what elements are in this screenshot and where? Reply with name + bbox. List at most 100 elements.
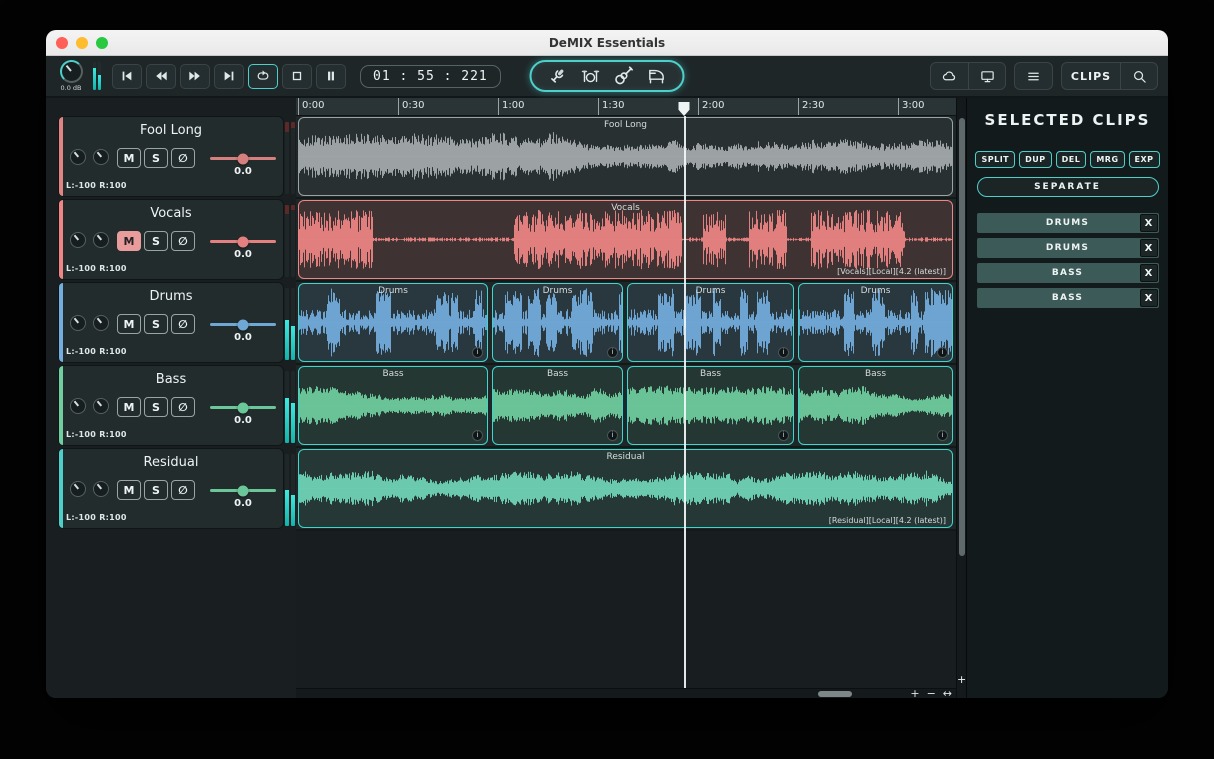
track-lane-vocals[interactable]: Vocals [Vocals][Local][4.2 (latest)] <box>296 199 956 282</box>
remove-clip-button[interactable]: X <box>1140 289 1158 307</box>
gain-slider[interactable] <box>210 240 276 243</box>
remove-clip-button[interactable]: X <box>1140 214 1158 232</box>
pan-knob[interactable] <box>70 232 86 248</box>
zoom-out-button[interactable]: − <box>927 689 936 699</box>
width-knob[interactable] <box>93 398 109 414</box>
phase-button[interactable]: ∅ <box>171 397 195 417</box>
solo-button[interactable]: S <box>144 148 168 168</box>
clip-info-badge[interactable]: i <box>778 430 789 441</box>
clip-info-badge[interactable]: i <box>937 347 948 358</box>
mute-button[interactable]: M <box>117 148 141 168</box>
skip-to-start-button[interactable] <box>112 64 142 89</box>
audio-clip-bass-3[interactable]: Bass i <box>627 366 794 445</box>
width-knob[interactable] <box>93 149 109 165</box>
mute-button[interactable]: M <box>117 480 141 500</box>
export-button[interactable]: EXP <box>1129 151 1160 168</box>
clip-info-badge[interactable]: i <box>472 430 483 441</box>
monitor-icon[interactable] <box>968 63 1005 89</box>
vertical-scrollbar[interactable]: + <box>956 98 966 698</box>
gain-slider[interactable] <box>210 406 276 409</box>
horizontal-scrollbar-thumb[interactable] <box>818 691 852 697</box>
track-lane-bass[interactable]: Bass i Bass i Bass i Ba <box>296 365 956 448</box>
audio-clip-bass-2[interactable]: Bass i <box>492 366 623 445</box>
audio-clip-bass-1[interactable]: Bass i <box>298 366 488 445</box>
phase-button[interactable]: ∅ <box>171 314 195 334</box>
audio-clip-drums-3[interactable]: Drums i <box>627 283 794 362</box>
gain-slider[interactable] <box>210 323 276 326</box>
phase-button[interactable]: ∅ <box>171 231 195 251</box>
mute-button[interactable]: M <box>117 231 141 251</box>
track-lane-drums[interactable]: Drums i Drums i Drums i <box>296 282 956 365</box>
audio-clip-drums-1[interactable]: Drums i <box>298 283 488 362</box>
audio-clip-drums-2[interactable]: Drums i <box>492 283 623 362</box>
menu-icon[interactable] <box>1015 63 1052 89</box>
phase-button[interactable]: ∅ <box>171 148 195 168</box>
search-icon[interactable] <box>1120 63 1157 89</box>
clip-info-badge[interactable]: i <box>937 430 948 441</box>
mute-button[interactable]: M <box>117 314 141 334</box>
clip-info-badge[interactable]: i <box>472 347 483 358</box>
selected-clip-row[interactable]: DRUMS X <box>977 238 1159 258</box>
gain-slider[interactable] <box>210 157 276 160</box>
clips-button[interactable]: CLIPS <box>1062 63 1120 89</box>
solo-button[interactable]: S <box>144 231 168 251</box>
merge-button[interactable]: MRG <box>1090 151 1124 168</box>
drums-icon[interactable] <box>581 67 601 85</box>
playhead-handle[interactable] <box>679 102 690 116</box>
timeline-ruler[interactable]: 0:00 0:30 1:00 1:30 2:00 2:30 3:00 <box>296 98 956 116</box>
pan-knob[interactable] <box>70 481 86 497</box>
skip-to-end-button[interactable] <box>214 64 244 89</box>
zoom-fit-button[interactable]: ↔ <box>943 689 952 699</box>
vertical-zoom-in-button[interactable]: + <box>957 673 966 686</box>
track-lane-residual[interactable]: Residual [Residual][Local][4.2 (latest)] <box>296 448 956 531</box>
audio-clip-residual[interactable]: Residual [Residual][Local][4.2 (latest)] <box>298 449 953 528</box>
pan-knob[interactable] <box>70 315 86 331</box>
clip-info-badge[interactable]: i <box>778 347 789 358</box>
solo-button[interactable]: S <box>144 480 168 500</box>
pan-knob[interactable] <box>70 398 86 414</box>
phase-button[interactable]: ∅ <box>171 480 195 500</box>
width-knob[interactable] <box>93 232 109 248</box>
solo-button[interactable]: S <box>144 397 168 417</box>
remove-clip-button[interactable]: X <box>1140 264 1158 282</box>
track-header-row: Fool Long M S ∅ 0.0 L:-100 R:100 <box>58 116 296 199</box>
selected-clip-row[interactable]: DRUMS X <box>977 213 1159 233</box>
width-knob[interactable] <box>93 315 109 331</box>
stop-button[interactable] <box>282 64 312 89</box>
pan-knob[interactable] <box>70 149 86 165</box>
audio-clip-drums-4[interactable]: Drums i <box>798 283 953 362</box>
delete-button[interactable]: DEL <box>1056 151 1087 168</box>
remove-clip-button[interactable]: X <box>1140 239 1158 257</box>
guitar-icon[interactable] <box>614 67 634 85</box>
cloud-icon[interactable] <box>931 63 968 89</box>
zoom-in-button[interactable]: + <box>910 689 919 699</box>
fast-forward-button[interactable] <box>180 64 210 89</box>
vertical-scrollbar-thumb[interactable] <box>959 118 965 556</box>
zoom-window-button[interactable] <box>96 37 108 49</box>
piano-icon[interactable] <box>647 67 667 85</box>
gain-slider[interactable] <box>210 489 276 492</box>
clip-info-badge[interactable]: i <box>607 347 618 358</box>
microphone-icon[interactable] <box>548 67 568 85</box>
rewind-button[interactable] <box>146 64 176 89</box>
selected-clip-row[interactable]: BASS X <box>977 263 1159 283</box>
master-gain-knob[interactable] <box>60 60 83 83</box>
selected-clip-row[interactable]: BASS X <box>977 288 1159 308</box>
mute-button[interactable]: M <box>117 397 141 417</box>
audio-clip-bass-4[interactable]: Bass i <box>798 366 953 445</box>
track-lane-fool-long[interactable]: Fool Long <box>296 116 956 199</box>
split-button[interactable]: SPLIT <box>975 151 1015 168</box>
close-window-button[interactable] <box>56 37 68 49</box>
horizontal-scrollbar[interactable] <box>296 689 903 699</box>
pause-button[interactable] <box>316 64 346 89</box>
audio-clip-fool-long[interactable]: Fool Long <box>298 117 953 196</box>
audio-clip-vocals[interactable]: Vocals [Vocals][Local][4.2 (latest)] <box>298 200 953 279</box>
playhead-line[interactable] <box>684 116 686 688</box>
solo-button[interactable]: S <box>144 314 168 334</box>
width-knob[interactable] <box>93 481 109 497</box>
clip-info-badge[interactable]: i <box>607 430 618 441</box>
separate-button[interactable]: SEPARATE <box>977 177 1159 197</box>
minimize-window-button[interactable] <box>76 37 88 49</box>
duplicate-button[interactable]: DUP <box>1019 151 1052 168</box>
loop-button[interactable] <box>248 64 278 89</box>
